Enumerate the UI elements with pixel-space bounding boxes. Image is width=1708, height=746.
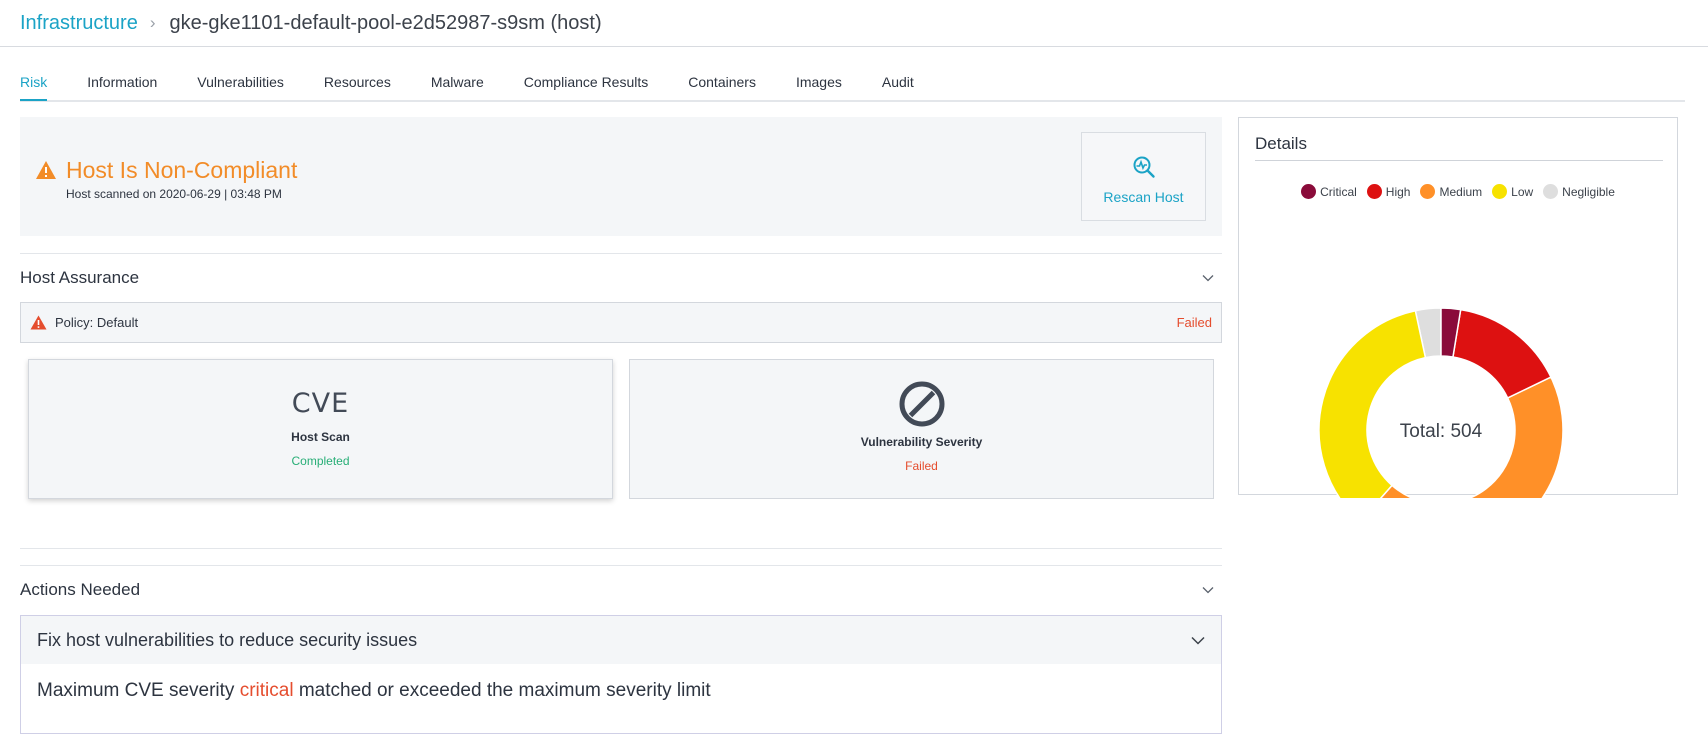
severity-donut-chart: Total: 504 bbox=[1318, 307, 1564, 498]
breadcrumb: Infrastructure › gke-gke1101-default-poo… bbox=[20, 10, 602, 36]
host-assurance-title: Host Assurance bbox=[20, 268, 140, 287]
rescan-host-button[interactable]: Rescan Host bbox=[1081, 132, 1206, 221]
section-divider bbox=[20, 253, 1222, 254]
scan-timestamp: Host scanned on 2020-06-29 | 03:48 PM bbox=[66, 187, 282, 201]
warning-triangle-icon bbox=[30, 315, 47, 330]
action-item: Fix host vulnerabilities to reduce secur… bbox=[20, 615, 1222, 734]
legend-item-critical[interactable]: Critical bbox=[1301, 184, 1357, 199]
legend-item-medium[interactable]: Medium bbox=[1420, 184, 1482, 199]
legend-swatch bbox=[1366, 184, 1382, 199]
legend-swatch bbox=[1301, 184, 1317, 199]
legend-label: Negligible bbox=[1562, 184, 1615, 199]
header-divider bbox=[0, 46, 1708, 47]
tab-malware[interactable]: Malware bbox=[411, 62, 504, 102]
details-divider bbox=[1255, 160, 1663, 161]
tab-containers[interactable]: Containers bbox=[668, 62, 776, 102]
section-divider bbox=[20, 565, 1222, 566]
tab-resources[interactable]: Resources bbox=[304, 62, 411, 102]
warning-triangle-icon bbox=[36, 161, 56, 179]
cve-icon: CVE bbox=[291, 388, 350, 419]
chevron-down-icon[interactable] bbox=[1202, 586, 1214, 594]
action-item-title: Fix host vulnerabilities to reduce secur… bbox=[37, 629, 418, 650]
legend-label: Medium bbox=[1439, 184, 1483, 199]
compliance-status-card: Host Is Non-Compliant Host scanned on 20… bbox=[20, 117, 1222, 236]
legend-swatch bbox=[1420, 184, 1436, 199]
chart-total-label: Total: 504 bbox=[1400, 421, 1483, 442]
legend-item-high[interactable]: High bbox=[1366, 184, 1411, 199]
tab-bar: Risk Information Vulnerabilities Resourc… bbox=[20, 62, 1685, 102]
tab-images[interactable]: Images bbox=[776, 62, 862, 102]
host-scan-card[interactable]: CVE Host Scan Completed bbox=[28, 359, 613, 499]
tab-risk[interactable]: Risk bbox=[20, 62, 67, 102]
rescan-host-label: Rescan Host bbox=[1103, 189, 1184, 205]
actions-needed-header[interactable]: Actions Needed bbox=[20, 578, 1222, 602]
tab-audit[interactable]: Audit bbox=[862, 62, 934, 102]
host-scan-status: Completed bbox=[291, 454, 350, 468]
legend-swatch bbox=[1543, 184, 1559, 199]
action-item-description: Maximum CVE severity critical matched or… bbox=[37, 680, 711, 701]
severity-highlight: critical bbox=[239, 680, 294, 701]
tab-vulnerabilities[interactable]: Vulnerabilities bbox=[177, 62, 304, 102]
chevron-down-icon[interactable] bbox=[1191, 636, 1205, 645]
legend-item-negligible[interactable]: Negligible bbox=[1543, 184, 1615, 199]
action-item-header[interactable]: Fix host vulnerabilities to reduce secur… bbox=[21, 616, 1221, 664]
actions-needed-title: Actions Needed bbox=[20, 580, 141, 599]
prohibited-icon bbox=[899, 381, 944, 427]
host-assurance-header[interactable]: Host Assurance bbox=[20, 266, 1222, 290]
page-title: gke-gke1101-default-pool-e2d52987-s9sm (… bbox=[169, 11, 602, 34]
policy-label: Policy: Default bbox=[55, 315, 139, 330]
tab-compliance-results[interactable]: Compliance Results bbox=[504, 62, 669, 102]
legend-label: Critical bbox=[1320, 184, 1357, 199]
host-scan-label: Host Scan bbox=[291, 430, 350, 444]
chevron-down-icon[interactable] bbox=[1202, 274, 1214, 282]
tab-information[interactable]: Information bbox=[67, 62, 177, 102]
rescan-search-icon bbox=[1133, 156, 1155, 178]
legend-item-low[interactable]: Low bbox=[1492, 184, 1533, 199]
compliance-status-title: Host Is Non-Compliant bbox=[66, 157, 298, 183]
chart-legend: Critical High Medium Low Negligible bbox=[1239, 184, 1677, 199]
policy-status: Failed bbox=[1176, 315, 1212, 330]
legend-label: High bbox=[1385, 184, 1411, 199]
legend-swatch bbox=[1492, 184, 1508, 199]
vulnerability-severity-label: Vulnerability Severity bbox=[860, 435, 983, 449]
details-title: Details bbox=[1255, 134, 1307, 153]
legend-label: Low bbox=[1511, 184, 1534, 199]
vulnerability-severity-card[interactable]: Vulnerability Severity Failed bbox=[629, 359, 1214, 499]
policy-row: Policy: Default Failed bbox=[20, 302, 1222, 343]
details-panel: Details Critical High Medium Low Negligible … bbox=[1238, 117, 1678, 498]
vulnerability-severity-status: Failed bbox=[905, 459, 938, 473]
donut-slice-high[interactable] bbox=[1452, 308, 1552, 399]
breadcrumb-chevron-icon: › bbox=[149, 13, 156, 32]
section-divider bbox=[20, 548, 1222, 549]
breadcrumb-infrastructure-link[interactable]: Infrastructure bbox=[20, 12, 138, 35]
donut-slice-low[interactable] bbox=[1318, 309, 1427, 498]
